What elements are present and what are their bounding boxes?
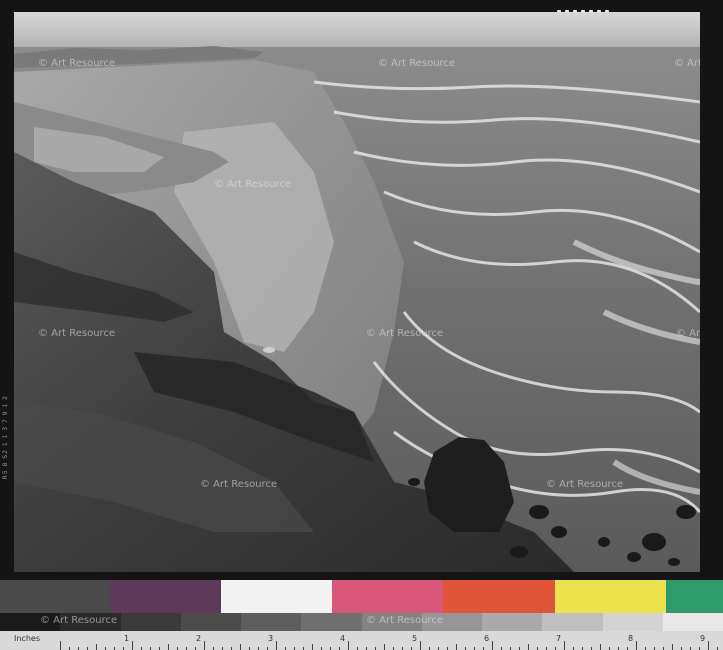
- swatch-white: [221, 580, 332, 613]
- gray-step: [180, 613, 241, 631]
- watermark: © Art Resource: [378, 58, 456, 69]
- ruler-unit-label: Inches: [14, 634, 40, 643]
- ruler-tick: [456, 644, 457, 650]
- ruler-mark-label: 7: [556, 634, 562, 643]
- ruler-mark-label: 1: [124, 634, 130, 643]
- swatch-red: [443, 580, 555, 613]
- ruler-tick: [636, 641, 637, 650]
- gray-step: [241, 613, 302, 631]
- gray-step: [602, 613, 663, 631]
- ruler-mark-label: 2: [196, 634, 202, 643]
- watermark: © Art Res: [676, 615, 723, 626]
- ruler-tick: [600, 644, 601, 650]
- ruler-mark-label: 6: [484, 634, 490, 643]
- ruler-tick: [384, 644, 385, 650]
- ruler-tick: [708, 641, 709, 650]
- watermark: © Art Resource: [38, 328, 116, 339]
- ruler-tick: [564, 641, 565, 650]
- watermark: © Art Re: [676, 328, 700, 339]
- ruler-tick: [60, 641, 61, 650]
- watermark: © Art Resource: [38, 58, 116, 69]
- swatch-purple: [110, 580, 221, 613]
- ruler-mark-label: 4: [340, 634, 346, 643]
- ruler-tick: [132, 641, 133, 650]
- gray-step: [120, 613, 181, 631]
- swatch-dark-gray: [0, 580, 110, 613]
- inch-ruler: Inches 1 2 3 4 5 6 7 8 9: [0, 631, 723, 650]
- watermark: © Art Resource: [200, 479, 278, 490]
- gray-step: [482, 613, 543, 631]
- ruler-mark-label: 9: [700, 634, 706, 643]
- watermark: © Art Resource: [214, 179, 292, 190]
- ruler-tick: [312, 644, 313, 650]
- coastline-photograph: © Art Resource © Art Resource © Art Res …: [14, 12, 700, 572]
- swatch-green: [666, 580, 723, 613]
- ruler-tick: [672, 644, 673, 650]
- ruler-tick: [348, 641, 349, 650]
- gray-step: [301, 613, 362, 631]
- ruler-tick: [96, 644, 97, 650]
- ruler-tick: [168, 644, 169, 650]
- ruler-tick: [276, 641, 277, 650]
- color-calibration-bar: [0, 580, 723, 613]
- archive-edge-text: R5 8 S2 1 1 3 7 9 1 2: [2, 395, 9, 480]
- ruler-tick: [240, 644, 241, 650]
- swatch-magenta: [332, 580, 443, 613]
- ruler-mark-label: 3: [268, 634, 274, 643]
- ruler-tick: [528, 644, 529, 650]
- watermark: © Art Res: [674, 58, 700, 69]
- ruler-mark-label: 5: [412, 634, 418, 643]
- watermark: © Art Resource: [366, 615, 444, 626]
- ruler-mark-label: 8: [628, 634, 634, 643]
- photo-frame: © Art Resource © Art Resource © Art Res …: [0, 0, 723, 580]
- watermark: © Art Resource: [40, 615, 118, 626]
- grayscale-calibration-bar: © Art Resource © Art Resource © Art Res: [0, 613, 723, 631]
- swatch-yellow: [555, 580, 666, 613]
- watermark: © Art Resource: [546, 479, 624, 490]
- ruler-tick: [420, 641, 421, 650]
- ruler-tick: [492, 641, 493, 650]
- watermark: © Art Resource: [366, 328, 444, 339]
- gray-step: [542, 613, 603, 631]
- ruler-tick: [204, 641, 205, 650]
